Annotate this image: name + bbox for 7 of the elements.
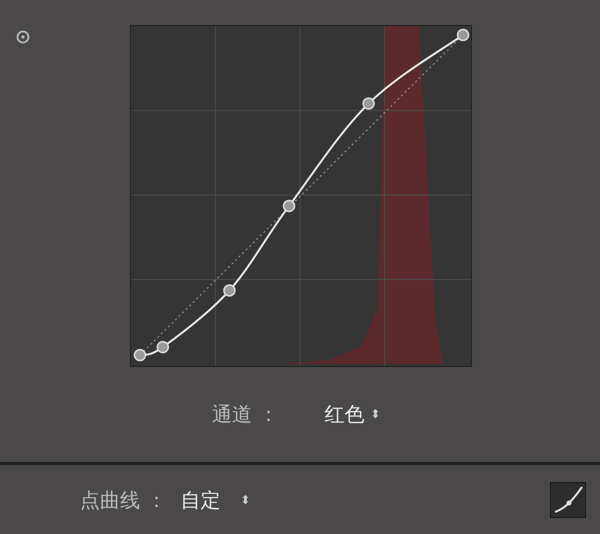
channel-label: 通道 ： bbox=[212, 401, 278, 428]
point-curve-select[interactable]: 自定 ⬍ bbox=[180, 484, 250, 514]
target-icon[interactable] bbox=[16, 30, 30, 44]
channel-select[interactable]: 红色 ⬍ bbox=[324, 399, 380, 429]
point-curve-label: 点曲线 ： bbox=[80, 486, 166, 514]
curve-icon bbox=[553, 484, 583, 514]
curve-edit-button[interactable] bbox=[550, 482, 586, 518]
